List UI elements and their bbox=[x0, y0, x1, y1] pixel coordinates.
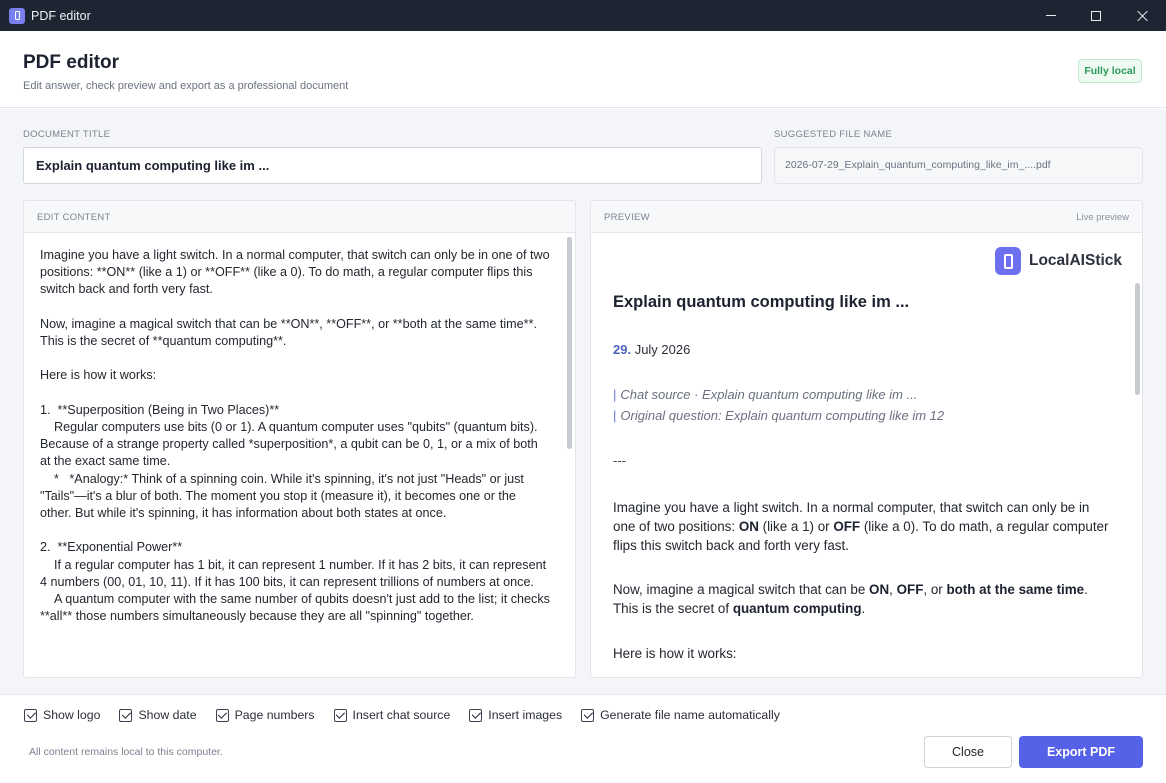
minimize-icon bbox=[1046, 15, 1056, 16]
editor-scrollbar[interactable] bbox=[567, 237, 572, 449]
document-title-input[interactable]: Explain quantum computing like im ... bbox=[23, 147, 762, 184]
bold-run: both at the same time bbox=[946, 582, 1085, 597]
option-page-numbers[interactable]: Page numbers bbox=[215, 708, 315, 722]
option-label: Page numbers bbox=[234, 708, 315, 722]
preview-paragraph: Now, imagine a magical switch that can b… bbox=[613, 580, 1113, 618]
page-subtitle: Edit answer, check preview and export as… bbox=[23, 80, 349, 92]
text-run: . bbox=[861, 601, 866, 616]
preview-separator: --- bbox=[613, 453, 626, 468]
checkbox[interactable] bbox=[215, 708, 229, 722]
option-label: Generate file name automatically bbox=[600, 708, 780, 722]
footer: Show logo Show date Page numbers Insert … bbox=[0, 694, 1166, 783]
quote-question-text: Original question: Explain quantum compu… bbox=[620, 408, 945, 423]
window-titlebar: PDF editor bbox=[0, 0, 1166, 31]
checkbox[interactable] bbox=[24, 708, 37, 722]
page-title: PDF editor bbox=[23, 52, 120, 73]
bold-run: quantum computing bbox=[732, 601, 862, 616]
checkbox[interactable] bbox=[333, 708, 347, 722]
main-area: DOCUMENT TITLE Explain quantum computing… bbox=[0, 109, 1166, 694]
content-editor[interactable]: Imagine you have a light switch. In a no… bbox=[40, 247, 550, 625]
checkbox[interactable] bbox=[469, 708, 483, 722]
privacy-note: All content remains local to this comput… bbox=[29, 746, 223, 758]
brand-logo: LocalAIStick bbox=[995, 247, 1122, 275]
brand-name: LocalAIStick bbox=[1029, 252, 1123, 269]
bold-run: OFF bbox=[896, 582, 924, 597]
preview-label: PREVIEW bbox=[604, 212, 650, 223]
text-run: Now, imagine a magical switch that can b… bbox=[613, 582, 870, 597]
page-header: PDF editor Edit answer, check preview an… bbox=[0, 31, 1166, 108]
preview-panel-header: PREVIEW Live preview bbox=[591, 201, 1142, 233]
preview-title: Explain quantum computing like im ... bbox=[613, 293, 910, 311]
preview-quote-question: | Original question: Explain quantum comp… bbox=[613, 408, 944, 423]
preview-panel: PREVIEW Live preview LocalAIStick Explai… bbox=[590, 200, 1143, 678]
close-button[interactable]: Close bbox=[924, 736, 1012, 768]
bold-run: OFF bbox=[833, 519, 861, 534]
usb-stick-icon bbox=[995, 247, 1021, 275]
option-insert-chat-source[interactable]: Insert chat source bbox=[333, 708, 451, 722]
quote-bar: | bbox=[613, 387, 617, 402]
option-label: Show logo bbox=[43, 708, 101, 722]
text-run: , bbox=[889, 582, 897, 597]
option-insert-images[interactable]: Insert images bbox=[469, 708, 562, 722]
file-name-field: 2026-07-29_Explain_quantum_computing_lik… bbox=[774, 147, 1143, 184]
app-icon bbox=[9, 7, 25, 24]
quote-source-text: Chat source · Explain quantum computing … bbox=[620, 387, 918, 402]
option-show-logo[interactable]: Show logo bbox=[24, 708, 100, 722]
preview-quote-source: | Chat source · Explain quantum computing… bbox=[613, 387, 917, 402]
quote-bar: | bbox=[613, 408, 617, 423]
file-name-label: SUGGESTED FILE NAME bbox=[774, 129, 893, 140]
bold-run: ON bbox=[738, 519, 759, 534]
maximize-icon bbox=[1091, 10, 1101, 21]
text-run: (like a 1) or bbox=[758, 519, 834, 534]
maximize-button[interactable] bbox=[1073, 0, 1119, 31]
live-preview-label: Live preview bbox=[1076, 212, 1129, 223]
minimize-button[interactable] bbox=[1028, 0, 1074, 31]
close-icon bbox=[1136, 10, 1148, 22]
window-close-button[interactable] bbox=[1119, 0, 1165, 31]
option-label: Insert chat source bbox=[352, 708, 451, 722]
option-label: Show date bbox=[138, 708, 197, 722]
checkbox[interactable] bbox=[119, 708, 133, 722]
option-label: Insert images bbox=[488, 708, 563, 722]
preview-scrollbar[interactable] bbox=[1135, 283, 1140, 395]
options-row: Show logo Show date Page numbers Insert … bbox=[24, 708, 799, 722]
export-pdf-button[interactable]: Export PDF bbox=[1019, 736, 1143, 768]
text-run: , or bbox=[923, 582, 947, 597]
preview-date-day: 29. bbox=[613, 342, 632, 357]
checkbox[interactable] bbox=[581, 708, 595, 722]
edit-panel-header: EDIT CONTENT bbox=[24, 201, 575, 233]
status-badge: Fully local bbox=[1078, 59, 1142, 83]
edit-panel: EDIT CONTENT Imagine you have a light sw… bbox=[23, 200, 576, 678]
preview-date: 29. July 2026 bbox=[613, 342, 690, 357]
option-generate-file-name[interactable]: Generate file name automatically bbox=[581, 708, 780, 722]
preview-paragraph: Imagine you have a light switch. In a no… bbox=[613, 498, 1113, 555]
preview-date-month-year: July 2026 bbox=[631, 342, 691, 357]
bold-run: ON bbox=[869, 582, 890, 597]
option-show-date[interactable]: Show date bbox=[119, 708, 197, 722]
preview-paragraph: Here is how it works: bbox=[613, 646, 737, 661]
window-title: PDF editor bbox=[31, 8, 91, 23]
edit-content-label: EDIT CONTENT bbox=[37, 212, 111, 223]
document-title-label: DOCUMENT TITLE bbox=[23, 129, 111, 140]
